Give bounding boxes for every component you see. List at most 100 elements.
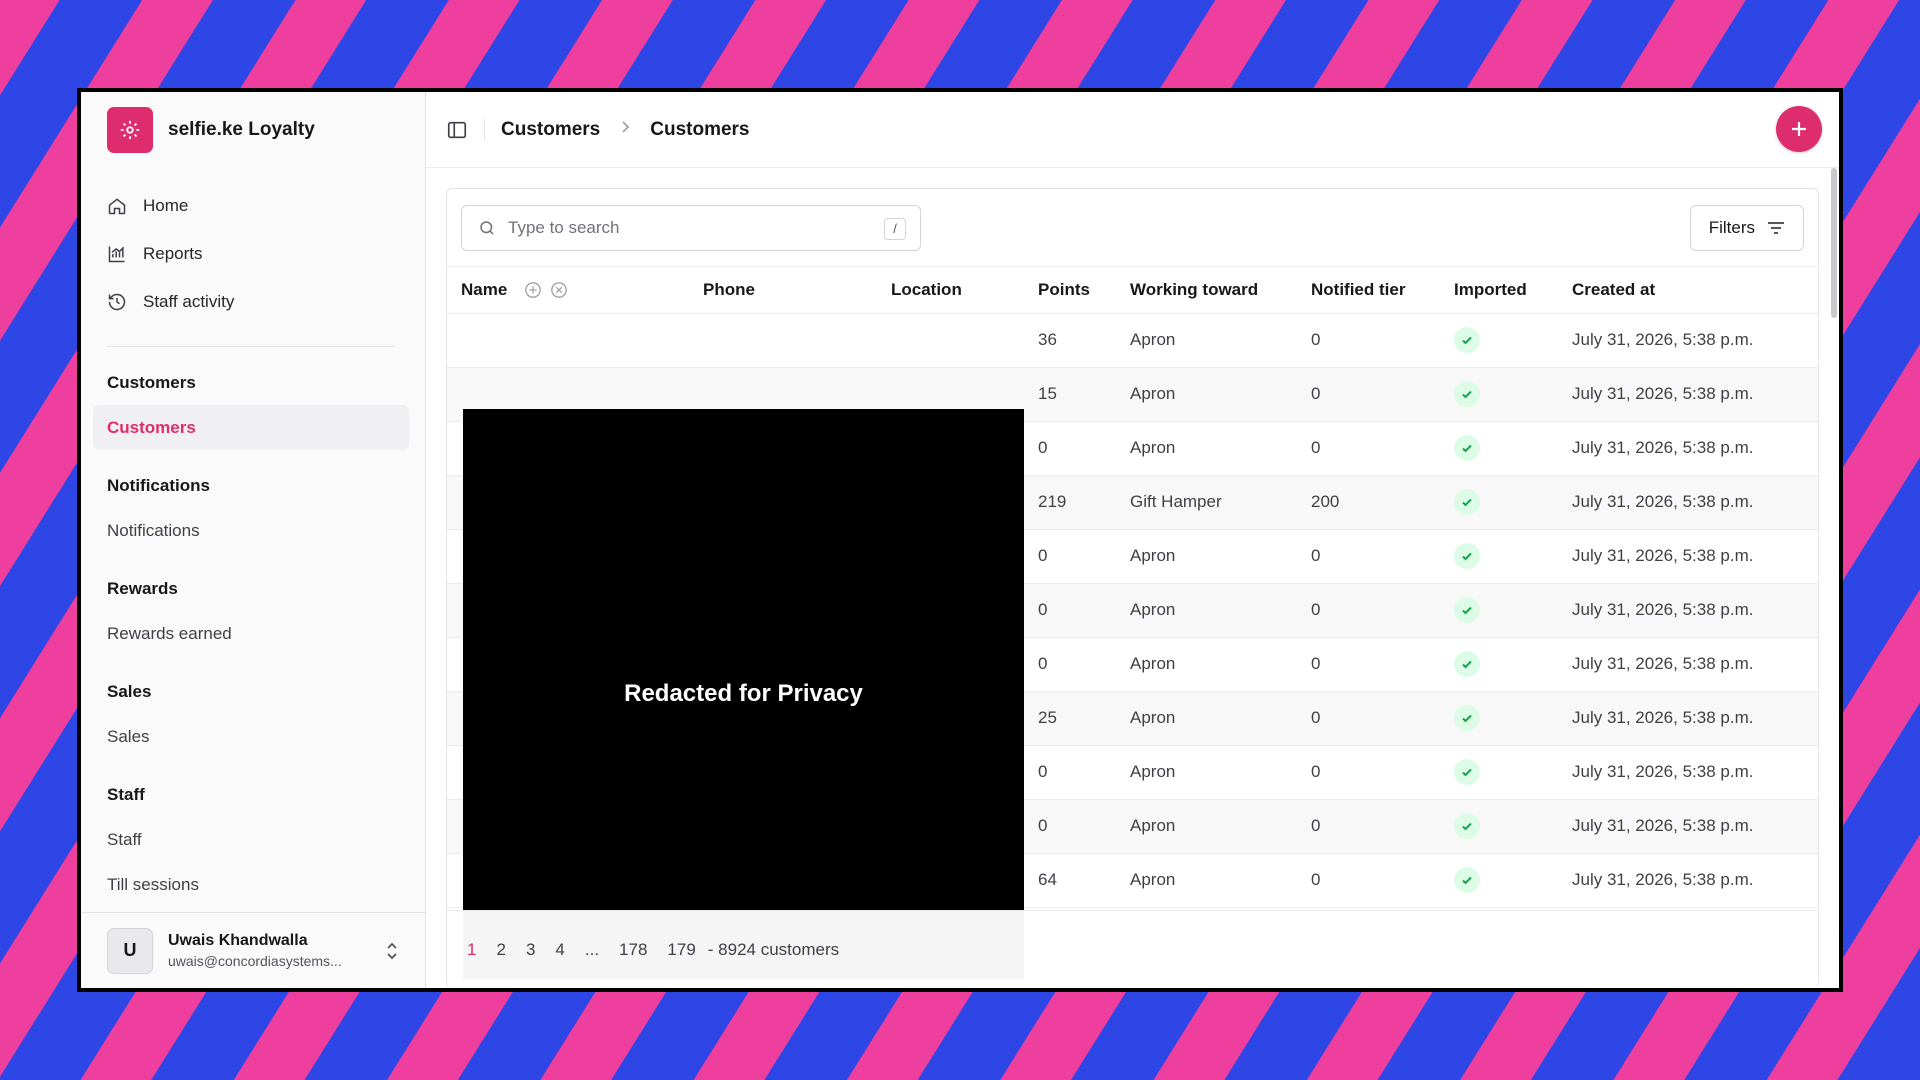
- created-at-cell: July 31, 2026, 5:38 p.m.: [1558, 637, 1818, 692]
- privacy-redaction: Redacted for Privacy: [463, 409, 1024, 979]
- page-link[interactable]: 178: [619, 940, 647, 960]
- points-cell: 0: [1024, 799, 1116, 854]
- imported-cell: [1440, 583, 1558, 638]
- sidebar: selfie.ke Loyalty Home Reports Staff act…: [81, 92, 426, 988]
- created-at-cell: July 31, 2026, 5:38 p.m.: [1558, 691, 1818, 746]
- topbar-divider: [484, 118, 485, 141]
- search-shortcut-key: /: [884, 217, 906, 240]
- add-circle-icon[interactable]: [524, 281, 542, 299]
- filters-label: Filters: [1708, 217, 1755, 237]
- working-toward-cell: Apron: [1116, 745, 1297, 800]
- page-link[interactable]: 2: [496, 940, 505, 960]
- created-at-cell: July 31, 2026, 5:38 p.m.: [1558, 367, 1818, 422]
- column-header-working-toward[interactable]: Working toward: [1116, 267, 1297, 314]
- table-header-row: Name Phone Location Points Working towar…: [447, 267, 1818, 314]
- working-toward-cell: Apron: [1116, 421, 1297, 476]
- page-link[interactable]: 3: [526, 940, 535, 960]
- user-email: uwais@concordiasystems...: [168, 953, 342, 969]
- sidebar-item-staff[interactable]: Staff: [81, 817, 425, 862]
- column-header-name[interactable]: Name: [447, 267, 689, 314]
- search-icon: [480, 220, 494, 235]
- check-icon: [1454, 489, 1480, 515]
- nav-item-label: Staff activity: [143, 292, 235, 311]
- created-at-cell: July 31, 2026, 5:38 p.m.: [1558, 799, 1818, 854]
- chevron-right-icon: [620, 120, 630, 139]
- section-title-notifications: Notifications: [107, 476, 210, 495]
- search-input[interactable]: [508, 217, 848, 238]
- breadcrumb-current: Customers: [650, 118, 750, 140]
- page-link[interactable]: 179: [667, 940, 695, 960]
- user-name: Uwais Khandwalla: [168, 932, 308, 949]
- check-icon: [1454, 381, 1480, 407]
- notified-tier-cell: 0: [1297, 529, 1440, 584]
- nav-item-home[interactable]: Home: [107, 182, 425, 230]
- user-info: Uwais Khandwalla uwais@concordiasystems.…: [168, 932, 368, 969]
- check-icon: [1454, 435, 1480, 461]
- sidebar-item-customers[interactable]: Customers: [93, 405, 409, 450]
- page-link[interactable]: 4: [555, 940, 564, 960]
- remove-circle-icon[interactable]: [550, 281, 568, 299]
- check-icon: [1454, 597, 1480, 623]
- created-at-cell: July 31, 2026, 5:38 p.m.: [1558, 745, 1818, 800]
- column-actions: [524, 281, 568, 299]
- check-icon: [1454, 651, 1480, 677]
- app-name: selfie.ke Loyalty: [168, 119, 315, 140]
- app-window: selfie.ke Loyalty Home Reports Staff act…: [77, 88, 1843, 992]
- sidebar-item-till-sessions[interactable]: Till sessions: [81, 862, 425, 907]
- imported-cell: [1440, 529, 1558, 584]
- column-header-created-at[interactable]: Created at: [1558, 267, 1818, 314]
- working-toward-cell: Apron: [1116, 529, 1297, 584]
- page-link[interactable]: 1: [467, 940, 476, 960]
- working-toward-cell: Apron: [1116, 799, 1297, 854]
- created-at-cell: July 31, 2026, 5:38 p.m.: [1558, 421, 1818, 476]
- home-icon: [108, 198, 126, 215]
- points-cell: 64: [1024, 853, 1116, 908]
- points-cell: 0: [1024, 529, 1116, 584]
- points-cell: 0: [1024, 637, 1116, 692]
- imported-cell: [1440, 637, 1558, 692]
- user-menu[interactable]: U Uwais Khandwalla uwais@concordiasystem…: [81, 912, 425, 988]
- sidebar-item-sales[interactable]: Sales: [81, 714, 425, 759]
- imported-cell: [1440, 745, 1558, 800]
- add-customer-button[interactable]: [1776, 106, 1822, 152]
- filters-button[interactable]: Filters: [1689, 204, 1804, 251]
- table-row[interactable]: 36 Apron 0 July 31, 2026, 5:38 p.m.: [447, 313, 1818, 368]
- column-header-location[interactable]: Location: [877, 267, 1024, 314]
- check-icon: [1454, 327, 1480, 353]
- notified-tier-cell: 200: [1297, 475, 1440, 530]
- nav-item-staff-activity[interactable]: Staff activity: [107, 278, 425, 326]
- filter-icon: [1768, 221, 1784, 234]
- points-cell: 36: [1024, 313, 1116, 368]
- working-toward-cell: Apron: [1116, 637, 1297, 692]
- chevron-up-down-icon[interactable]: [384, 941, 400, 961]
- points-cell: 219: [1024, 475, 1116, 530]
- column-header-imported[interactable]: Imported: [1440, 267, 1558, 314]
- scrollbar[interactable]: [1831, 168, 1837, 318]
- sidebar-item-notifications[interactable]: Notifications: [81, 508, 425, 553]
- pagination: 1 2 3 4 ... 178 179 - 8924 customers: [447, 910, 1818, 988]
- working-toward-cell: Gift Hamper: [1116, 475, 1297, 530]
- working-toward-cell: Apron: [1116, 583, 1297, 638]
- imported-cell: [1440, 367, 1558, 422]
- nav-top: Home Reports Staff activity: [81, 168, 425, 326]
- working-toward-cell: Apron: [1116, 853, 1297, 908]
- table-toolbar: / Filters: [447, 189, 1818, 267]
- gear-icon[interactable]: [107, 107, 153, 153]
- avatar: U: [107, 927, 153, 974]
- phone-cell: [689, 313, 877, 368]
- working-toward-cell: Apron: [1116, 313, 1297, 368]
- sidebar-item-rewards-earned[interactable]: Rewards earned: [81, 611, 425, 656]
- section-title-staff: Staff: [107, 785, 145, 804]
- notified-tier-cell: 0: [1297, 745, 1440, 800]
- sidebar-toggle-icon[interactable]: [446, 119, 468, 141]
- imported-cell: [1440, 853, 1558, 908]
- imported-cell: [1440, 313, 1558, 368]
- column-header-notified-tier[interactable]: Notified tier: [1297, 267, 1440, 314]
- column-header-phone[interactable]: Phone: [689, 267, 877, 314]
- breadcrumb-item[interactable]: Customers: [501, 119, 600, 141]
- created-at-cell: July 31, 2026, 5:38 p.m.: [1558, 313, 1818, 368]
- topbar: Customers Customers: [426, 92, 1839, 168]
- nav-item-reports[interactable]: Reports: [107, 230, 425, 278]
- working-toward-cell: Apron: [1116, 691, 1297, 746]
- column-header-points[interactable]: Points: [1024, 267, 1116, 314]
